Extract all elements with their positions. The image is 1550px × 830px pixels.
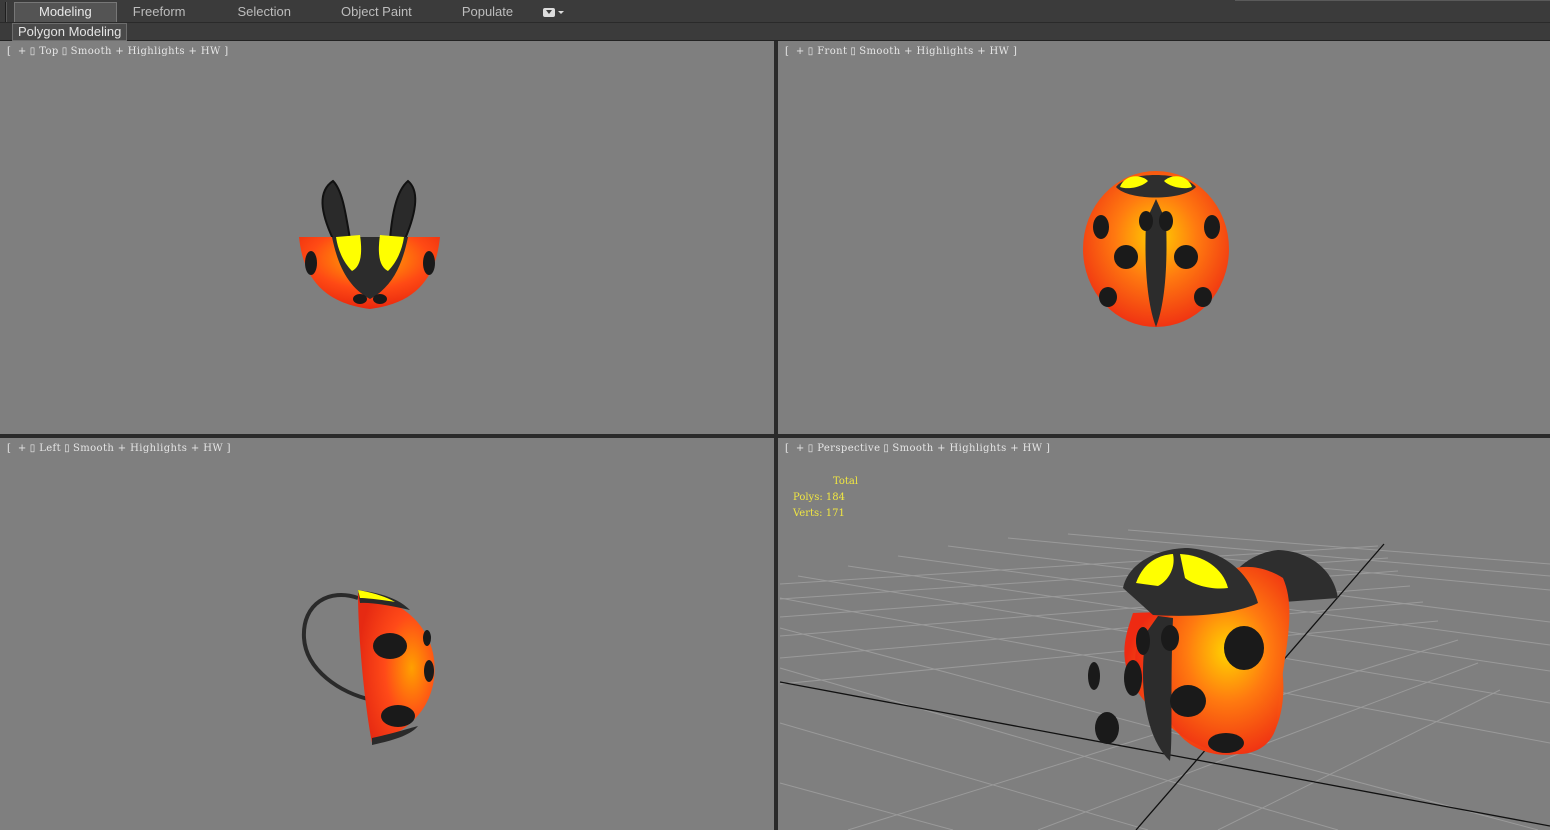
viewport-shading-mode[interactable]: Smooth + Highlights + HW	[892, 443, 1042, 454]
label-divider: ▯	[64, 443, 70, 454]
ribbon-menu-button[interactable]	[543, 6, 567, 18]
stats-polys-value: 184	[825, 492, 845, 503]
ladybug-top	[299, 179, 440, 309]
tab-populate[interactable]: Populate	[454, 2, 521, 22]
label-bracket: ]	[1012, 46, 1018, 57]
ladybug-left	[301, 590, 435, 745]
viewport-label: [ + ▯ Front ▯ Smooth + Highlights + HW ]	[785, 46, 1017, 57]
ribbon-tabs: Modeling Freeform Selection Object Paint…	[14, 2, 567, 22]
label-divider: ▯	[29, 443, 36, 454]
viewport-view-name[interactable]: Front	[817, 46, 847, 57]
label-divider: ▯	[807, 443, 814, 454]
viewport-shading-mode[interactable]: Smooth + Highlights + HW	[73, 443, 223, 454]
polygon-modeling-panel[interactable]: Polygon Modeling	[12, 23, 128, 41]
viewport-menu-plus[interactable]: +	[796, 443, 805, 454]
front-view-scene	[1083, 171, 1229, 327]
perspective-view-scene	[779, 529, 1550, 830]
label-divider: ▯	[61, 46, 68, 57]
stats-polys-label: Polys:	[793, 492, 823, 503]
stats-total-label: Total	[833, 476, 859, 487]
viewport-menu-plus[interactable]: +	[18, 46, 27, 57]
viewport-label: [ + ▯ Perspective ▯ Smooth + Highlights + H…	[785, 443, 1050, 454]
viewport-shading-mode[interactable]: Smooth + Highlights + HW	[71, 46, 221, 57]
viewport-perspective[interactable]: [ + ▯ Perspective ▯ Smooth + Highlights + H…	[778, 438, 1550, 830]
viewport-front[interactable]: [ + ▯ Front ▯ Smooth + Highlights + HW ]	[778, 41, 1550, 434]
label-divider: ▯	[29, 46, 36, 57]
tab-selection[interactable]: Selection	[230, 2, 299, 22]
ribbon-grip[interactable]	[5, 2, 7, 22]
label-bracket: [	[7, 46, 12, 57]
label-bracket: ]	[1045, 443, 1051, 454]
tab-freeform[interactable]: Freeform	[125, 2, 194, 22]
ribbon-panel-bar: Polygon Modeling	[0, 23, 1550, 41]
viewport-view-name[interactable]: Perspective	[817, 443, 880, 454]
viewport-view-name[interactable]: Left	[39, 443, 61, 454]
viewport-layout: [ + ▯ Top ▯ Smooth + Highlights + HW ] […	[0, 41, 1550, 830]
label-bracket: [	[7, 443, 12, 454]
tab-modeling[interactable]: Modeling	[14, 2, 117, 22]
chevron-down-icon	[558, 10, 565, 14]
label-bracket: ]	[224, 46, 229, 57]
stats-verts-value: 171	[825, 508, 845, 519]
tab-object-paint[interactable]: Object Paint	[333, 2, 420, 22]
label-divider: ▯	[807, 46, 814, 57]
viewport-menu-plus[interactable]: +	[796, 46, 805, 57]
label-bracket: ]	[226, 443, 231, 454]
ladybug-front	[1083, 171, 1229, 327]
viewport-label: [ + ▯ Top ▯ Smooth + Highlights + HW ]	[7, 46, 229, 57]
label-bracket: [	[785, 443, 790, 454]
label-divider: ▯	[850, 46, 857, 57]
viewport-left[interactable]: [ + ▯ Left ▯ Smooth + Highlights + HW ]	[0, 438, 774, 830]
viewport-label: [ + ▯ Left ▯ Smooth + Highlights + HW ]	[7, 443, 231, 454]
stats-polys-row: Polys: 184	[793, 490, 858, 506]
label-divider: ▯	[883, 443, 890, 454]
left-view-scene	[301, 590, 435, 745]
viewport-menu-plus[interactable]: +	[18, 443, 27, 454]
ribbon-tab-bar: Modeling Freeform Selection Object Paint…	[0, 0, 1550, 23]
viewport-top[interactable]: [ + ▯ Top ▯ Smooth + Highlights + HW ]	[0, 41, 774, 434]
menu-dropdown-icon	[543, 7, 556, 17]
stats-verts-row: Verts: 171	[793, 506, 858, 522]
viewport-shading-mode[interactable]: Smooth + Highlights + HW	[859, 46, 1009, 57]
ribbon-divider	[1235, 0, 1550, 1]
viewport-view-name[interactable]: Top	[39, 46, 59, 57]
top-view-scene	[299, 179, 440, 309]
stats-verts-label: Verts:	[793, 508, 823, 519]
label-bracket: [	[785, 46, 790, 57]
ladybug-perspective	[1088, 548, 1338, 761]
scene-statistics: Total Polys: 184 Verts: 171	[793, 474, 858, 522]
